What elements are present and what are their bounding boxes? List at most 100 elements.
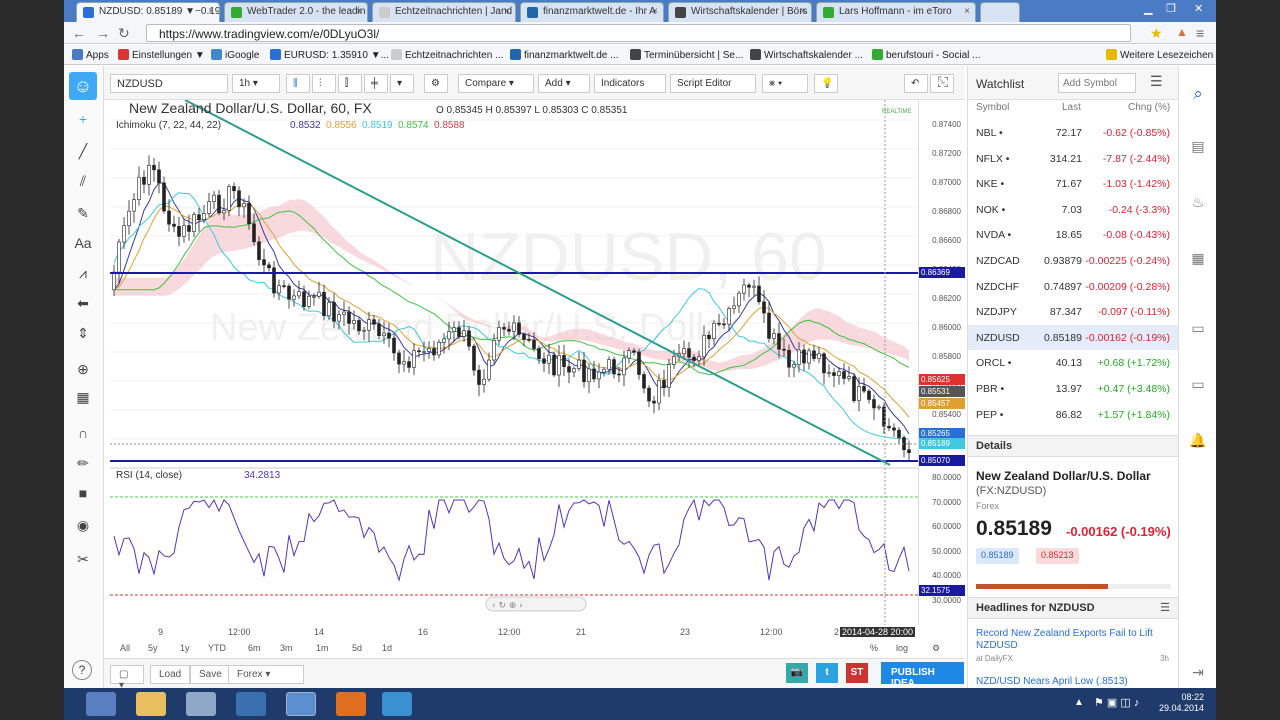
publish-idea-button[interactable]: PUBLISH IDEA: [881, 662, 964, 688]
watchlist-search-icon[interactable]: ⌕: [1189, 84, 1207, 103]
axis-option[interactable]: %: [870, 643, 878, 653]
scroll-left-icon[interactable]: ‹ ↻ ⊕ ›: [492, 601, 523, 611]
headline-link[interactable]: Record New Zealand Exports Fail to Lift …: [976, 628, 1171, 652]
help-icon[interactable]: ?: [72, 660, 92, 680]
bookmark-item[interactable]: berufstouri - Social ...: [872, 49, 980, 61]
desktop-icon[interactable]: [86, 692, 116, 716]
col-change[interactable]: Chng (%): [1128, 102, 1170, 113]
range-button[interactable]: 1y: [180, 643, 190, 653]
watchlist-row[interactable]: NZDCHF 0.74897 -0.00209 (-0.28%): [968, 274, 1178, 300]
fib-icon[interactable]: ⫽: [72, 170, 94, 192]
tray-icons[interactable]: ⚑ ▣ ◫ ♪: [1094, 696, 1139, 709]
price-axis[interactable]: 0.874000.872000.870000.868000.866000.864…: [918, 100, 965, 625]
browser-tab[interactable]: finanzmarktwelt.de - Ihr A ×: [520, 2, 664, 22]
watchlist-row[interactable]: NZDUSD 0.85189 -0.00162 (-0.19%): [968, 324, 1178, 351]
headline-link[interactable]: NZD/USD Nears April Low (.8513): [976, 676, 1171, 687]
trend-line-icon[interactable]: ╱: [72, 140, 94, 162]
watchlist-row[interactable]: NVDA • 18.65 -0.08 (-0.43%): [968, 222, 1178, 248]
measure-icon[interactable]: ⇕: [72, 322, 94, 344]
settings-icon[interactable]: ⚙: [424, 74, 448, 93]
range-button[interactable]: YTD: [208, 643, 226, 653]
app-icon[interactable]: [186, 692, 216, 716]
browser-tab[interactable]: NZDUSD: 0.85189 ▼−0.19% ×: [76, 2, 220, 22]
firefox-icon[interactable]: [336, 692, 366, 716]
bookmark-item[interactable]: Apps: [72, 49, 109, 61]
watchlist-row[interactable]: PBR • 13.97 +0.47 (+3.48%): [968, 376, 1178, 402]
bookmark-item[interactable]: Echtzeitnachrichten ...: [391, 49, 503, 61]
headlines-header[interactable]: Headlines for NZDUSD ☰: [968, 597, 1178, 619]
new-tab-button[interactable]: [980, 2, 1020, 22]
add-symbol-input[interactable]: [1058, 73, 1136, 93]
notifications-bell-icon[interactable]: 🔔: [1189, 432, 1207, 450]
lock-icon[interactable]: ■: [72, 482, 94, 504]
explorer-folder-icon[interactable]: [136, 692, 166, 716]
hotlist-flame-icon[interactable]: ♨: [1189, 194, 1207, 212]
heikin-icon[interactable]: ╪: [364, 74, 388, 93]
watchlist-row[interactable]: PEP • 86.82 +1.57 (+1.84%): [968, 402, 1178, 428]
range-button[interactable]: 1m: [316, 643, 329, 653]
trader-app-icon[interactable]: [382, 692, 412, 716]
ruler-icon[interactable]: ▦: [72, 386, 94, 408]
headlines-menu-icon[interactable]: ☰: [1160, 601, 1170, 614]
script-editor-button[interactable]: Script Editor: [670, 74, 756, 93]
time-axis[interactable]: 9 12:00 14 16 12:00 21 23 12:00 2 2014-04-28 20:0…: [110, 625, 918, 639]
news-panel-icon[interactable]: ▤: [1189, 138, 1207, 156]
watchlist-row[interactable]: NZDJPY 87.347 -0.097 (-0.11%): [968, 299, 1178, 325]
hollow-candles-icon[interactable]: ⫿: [338, 74, 362, 93]
symbol-input[interactable]: NZDUSD: [110, 74, 228, 93]
browser-tab[interactable]: Echtzeitnachrichten | Jand ×: [372, 2, 516, 22]
hide-icon[interactable]: ◉: [72, 514, 94, 536]
close-icon[interactable]: ×: [964, 6, 970, 17]
magnet-icon[interactable]: ∩: [72, 422, 94, 444]
text-icon[interactable]: Aa: [72, 232, 94, 254]
extension-icon[interactable]: ▲: [1176, 25, 1188, 39]
candles-icon[interactable]: ⫶: [312, 74, 336, 93]
exit-icon[interactable]: ⇥: [1189, 664, 1207, 682]
url-input[interactable]: https://www.tradingview.com/e/0DLyuO3l/: [146, 24, 1131, 42]
bars-icon[interactable]: ⫼: [286, 74, 310, 93]
browser-tab[interactable]: Lars Hoffmann - im eToro ×: [816, 2, 976, 22]
bookmark-item[interactable]: Wirtschaftskalender ...: [750, 49, 863, 61]
details-header[interactable]: Details: [968, 435, 1178, 457]
col-symbol[interactable]: Symbol: [976, 102, 1009, 113]
watchlist-row[interactable]: ORCL • 40.13 +0.68 (+1.72%): [968, 350, 1178, 376]
messages-icon[interactable]: ▭: [1189, 376, 1207, 394]
watchlist-row[interactable]: NFLX • 314.21 -7.87 (-2.44%): [968, 146, 1178, 172]
axis-option[interactable]: log: [896, 643, 908, 653]
close-icon[interactable]: ×: [356, 6, 362, 17]
indicators-button[interactable]: Indicators: [594, 74, 666, 93]
range-button[interactable]: 1d: [382, 643, 392, 653]
undo-icon[interactable]: ↶: [904, 74, 928, 93]
close-icon[interactable]: ×: [652, 6, 658, 17]
range-button[interactable]: 5y: [148, 643, 158, 653]
crosshair-icon[interactable]: +: [72, 108, 94, 130]
axis-settings-icon[interactable]: ⚙: [932, 643, 940, 654]
stocktwits-button[interactable]: ST: [846, 663, 868, 683]
range-button[interactable]: 3m: [280, 643, 293, 653]
bookmark-item[interactable]: EURUSD: 1.35910 ▼...: [270, 49, 389, 61]
scroll-controls[interactable]: ‹ ↻ ⊕ ›: [485, 596, 587, 612]
close-icon[interactable]: ×: [800, 6, 806, 17]
watchlist-select[interactable]: Forex ▾: [228, 665, 304, 684]
close-icon[interactable]: ×: [208, 6, 214, 17]
range-button[interactable]: All: [120, 643, 130, 653]
browser-tab[interactable]: Wirtschaftskalender | Börs ×: [668, 2, 812, 22]
col-last[interactable]: Last: [1062, 102, 1081, 113]
lightbulb-icon[interactable]: 💡: [814, 74, 838, 93]
bookmark-item[interactable]: Terminübersicht | Se...: [630, 49, 743, 61]
add-button[interactable]: Add ▾: [538, 74, 590, 93]
watchlist-row[interactable]: NKE • 71.67 -1.03 (-1.42%): [968, 171, 1178, 197]
minimize-icon[interactable]: ▁: [1144, 2, 1152, 15]
chat-icon[interactable]: ▭: [1189, 320, 1207, 338]
bookmark-item[interactable]: Weitere Lesezeichen: [1106, 49, 1213, 61]
close-icon[interactable]: ×: [504, 6, 510, 17]
restore-icon[interactable]: ❐: [1166, 2, 1176, 15]
star-icon[interactable]: ★: [1150, 25, 1163, 42]
price-chart[interactable]: NZDUSD, 60 New Zealand Dollar/U.S. Dolla…: [110, 100, 918, 625]
load-button[interactable]: Load: [150, 665, 191, 684]
interval-select[interactable]: 1h ▾: [232, 74, 280, 93]
list-menu-icon[interactable]: ☰: [1150, 73, 1163, 90]
drawing-tools-icon[interactable]: ⨳ ▾: [762, 74, 808, 93]
browser-tab[interactable]: WebTrader 2.0 - the leadin ×: [224, 2, 368, 22]
remove-icon[interactable]: ✂: [72, 548, 94, 570]
